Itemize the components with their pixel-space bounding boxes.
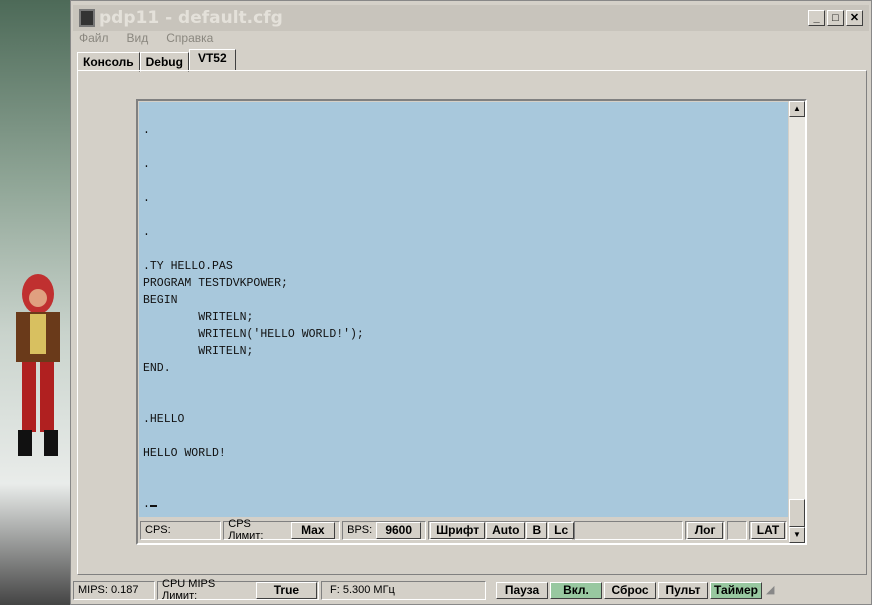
terminal-line: END. (143, 362, 171, 375)
bps-button[interactable]: 9600 (376, 521, 422, 539)
minimize-button[interactable]: _ (808, 10, 825, 26)
bps-label: BPS: (347, 524, 373, 536)
freq-cell: F: 5.300 МГц (321, 580, 486, 600)
font-cell: Шрифт Auto B Lc (428, 520, 575, 540)
lat-button[interactable]: LAT (750, 521, 785, 539)
scroll-down-button[interactable]: ▼ (789, 527, 805, 543)
tab-bar: Консоль Debug VT52 (77, 49, 236, 72)
mips-cell: MIPS: 0.187 (73, 580, 155, 600)
vertical-scrollbar[interactable]: ▲ ▼ (789, 101, 805, 543)
auto-button[interactable]: Auto (486, 521, 526, 539)
indicator-cell (727, 520, 747, 540)
scroll-thumb[interactable] (789, 499, 805, 527)
terminal-line: .HELLO (143, 413, 185, 426)
app-window: pdp11 - default.cfg _ □ ✕ Файл Вид Справ… (70, 0, 872, 605)
terminal-line: . (143, 124, 150, 137)
cps-limit-button[interactable]: Max (290, 521, 336, 539)
menu-view[interactable]: Вид (127, 31, 149, 45)
mips-readout: MIPS: 0.187 (78, 584, 139, 596)
cpu-limit-button[interactable]: True (255, 581, 317, 599)
cpu-limit-label: CPU MIPS Лимит: (162, 578, 216, 602)
terminal-line: WRITELN; (143, 345, 254, 358)
cps-limit-label: CPS Лимит: (228, 518, 264, 542)
menu-help[interactable]: Справка (166, 31, 213, 45)
cps-limit-cell: CPS Лимит: Max (223, 518, 341, 542)
terminal-line: . (143, 226, 150, 239)
maximize-button[interactable]: □ (827, 10, 844, 26)
title-bar[interactable]: pdp11 - default.cfg _ □ ✕ (73, 5, 869, 31)
power-button[interactable]: Вкл. (550, 581, 602, 599)
panel-button[interactable]: Пульт (658, 581, 708, 599)
reset-button[interactable]: Сброс (604, 581, 656, 599)
window-title: pdp11 - default.cfg (99, 8, 283, 28)
scroll-up-button[interactable]: ▲ (789, 101, 805, 117)
timer-button[interactable]: Таймер (710, 581, 762, 599)
close-button[interactable]: ✕ (846, 10, 863, 26)
cps-cell: CPS: (140, 520, 222, 540)
freq-readout: F: 5.300 МГц (330, 584, 395, 596)
cpu-limit-cell: CPU MIPS Лимит: True (157, 578, 319, 602)
terminal-line: . (143, 192, 150, 205)
tab-content: .... .TY HELLO.PAS PROGRAM TESTDVKPOWER; BE… (77, 70, 867, 575)
terminal-line: . (143, 158, 150, 171)
pause-button[interactable]: Пауза (496, 581, 548, 599)
log-cell: Лог (685, 520, 726, 540)
tab-debug[interactable]: Debug (139, 52, 189, 72)
app-icon (79, 9, 95, 27)
menu-bar: Файл Вид Справка (79, 31, 213, 45)
cursor (149, 505, 157, 507)
empty-cell (574, 520, 684, 540)
tab-console[interactable]: Консоль (77, 52, 140, 72)
terminal-line: WRITELN('HELLO WORLD!'); (143, 328, 364, 341)
log-button[interactable]: Лог (687, 521, 724, 539)
terminal-line: HELLO WORLD! (143, 447, 226, 460)
terminal-line: . (143, 496, 788, 513)
cps-label: CPS: (145, 524, 171, 536)
font-button[interactable]: Шрифт (430, 521, 486, 539)
terminal-line: WRITELN; (143, 311, 254, 324)
b-button[interactable]: B (526, 521, 548, 539)
tab-vt52[interactable]: VT52 (188, 49, 236, 71)
desktop-character-image (16, 274, 60, 456)
terminal-line: BEGIN (143, 294, 178, 307)
terminal-line: PROGRAM TESTDVKPOWER; (143, 277, 288, 290)
menu-file[interactable]: Файл (79, 31, 109, 45)
terminal-line: .TY HELLO.PAS (143, 260, 233, 273)
resize-grip-icon[interactable]: ◢ (766, 583, 776, 597)
lat-cell: LAT (748, 520, 787, 540)
vt52-terminal: .... .TY HELLO.PAS PROGRAM TESTDVKPOWER; BE… (136, 99, 807, 545)
lc-button[interactable]: Lc (548, 521, 575, 539)
terminal-status-bar: CPS: CPS Лимит: Max BPS: 9600 Шрифт Auto B… (139, 518, 788, 542)
bps-cell: BPS: 9600 (342, 520, 427, 540)
terminal-screen[interactable]: .... .TY HELLO.PAS PROGRAM TESTDVKPOWER; BE… (139, 102, 788, 517)
status-bar: MIPS: 0.187 CPU MIPS Лимит: True F: 5.300… (73, 578, 869, 602)
control-buttons: Пауза Вкл. Сброс Пульт Таймер (488, 581, 764, 600)
